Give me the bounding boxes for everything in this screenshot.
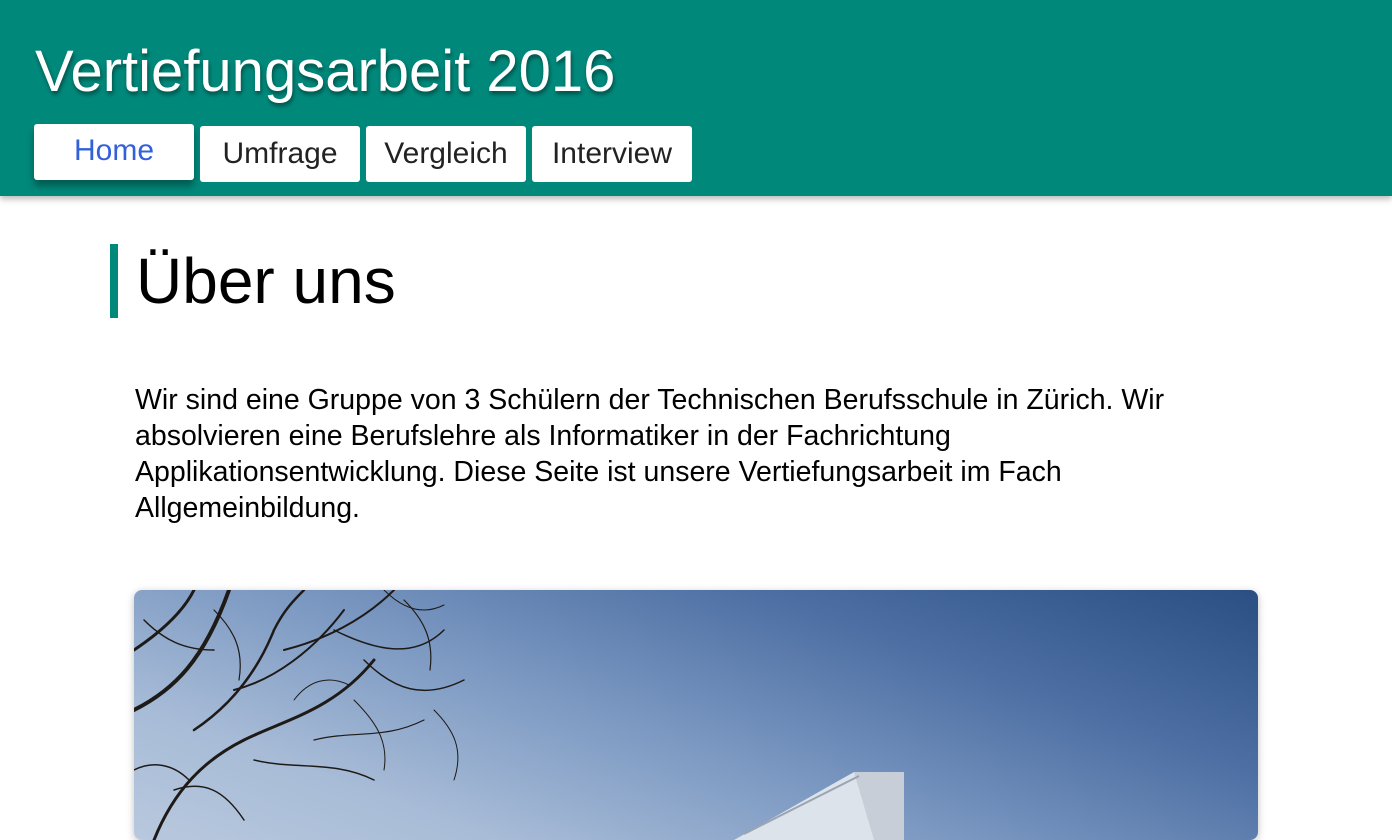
school-building-photo xyxy=(134,590,1258,840)
page-heading: Über uns xyxy=(110,244,396,318)
site-header: Vertiefungsarbeit 2016 Home Umfrage Verg… xyxy=(0,0,1392,196)
photo-illustration xyxy=(134,590,904,840)
tree-branches xyxy=(134,590,465,840)
nav-vergleich[interactable]: Vergleich xyxy=(366,126,526,182)
nav-interview[interactable]: Interview xyxy=(532,126,692,182)
intro-text: Wir sind eine Gruppe von 3 Schülern der … xyxy=(135,384,1165,524)
nav-home[interactable]: Home xyxy=(34,124,194,180)
nav-umfrage[interactable]: Umfrage xyxy=(200,126,360,182)
main-content: Über uns Wir sind eine Gruppe von 3 Schü… xyxy=(0,196,1392,840)
site-title: Vertiefungsarbeit 2016 xyxy=(35,39,616,104)
